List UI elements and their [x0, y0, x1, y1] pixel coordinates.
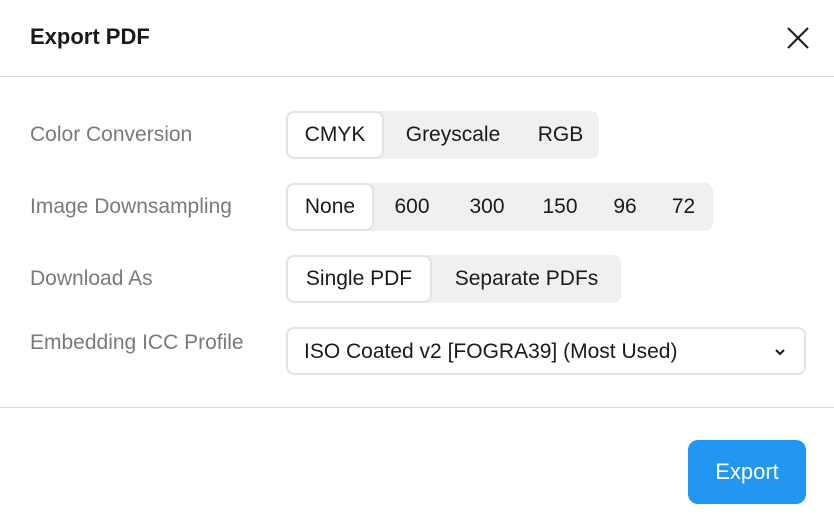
image-downsampling-segmented: None 600 300 150 96 72: [286, 183, 713, 231]
color-option-greyscale[interactable]: Greyscale: [384, 111, 522, 159]
download-as-segmented: Single PDF Separate PDFs: [286, 255, 621, 303]
close-icon: [787, 27, 809, 49]
color-option-rgb[interactable]: RGB: [522, 111, 599, 159]
download-as-label: Download As: [30, 267, 153, 290]
icc-profile-value: ISO Coated v2 [FOGRA39] (Most Used): [304, 340, 678, 363]
export-button[interactable]: Export: [688, 440, 806, 504]
downsampling-option-150[interactable]: 150: [524, 183, 596, 231]
dialog-title: Export PDF: [30, 24, 150, 49]
export-pdf-dialog: Export PDF Color Conversion CMYK Greysca…: [0, 0, 834, 528]
color-option-cmyk[interactable]: CMYK: [286, 111, 384, 159]
downsampling-option-600[interactable]: 600: [374, 183, 450, 231]
downsampling-option-none[interactable]: None: [286, 183, 374, 231]
downsampling-option-300[interactable]: 300: [450, 183, 524, 231]
download-option-single-pdf[interactable]: Single PDF: [286, 255, 432, 303]
download-option-separate-pdfs[interactable]: Separate PDFs: [432, 255, 621, 303]
downsampling-option-72[interactable]: 72: [654, 183, 713, 231]
close-button[interactable]: [782, 22, 814, 54]
icc-profile-label: Embedding ICC Profile: [30, 331, 244, 354]
dialog-header: Export PDF: [0, 0, 834, 77]
downsampling-option-96[interactable]: 96: [596, 183, 654, 231]
image-downsampling-label: Image Downsampling: [30, 195, 232, 218]
color-conversion-label: Color Conversion: [30, 123, 193, 146]
color-conversion-segmented: CMYK Greyscale RGB: [286, 111, 599, 159]
dialog-body: Color Conversion CMYK Greyscale RGB Imag…: [0, 77, 834, 408]
icc-profile-select[interactable]: ISO Coated v2 [FOGRA39] (Most Used): [286, 327, 806, 375]
chevron-down-icon: [775, 349, 785, 356]
